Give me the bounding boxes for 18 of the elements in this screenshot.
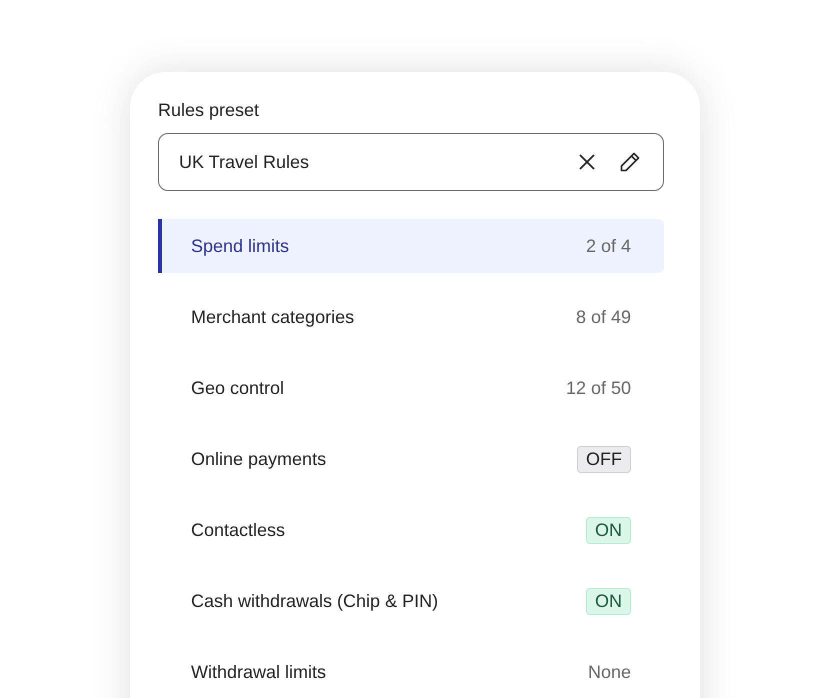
pencil-icon[interactable] [618, 150, 642, 174]
rule-item[interactable]: Spend limits 2 of 4 [158, 219, 664, 273]
status-badge: OFF [577, 446, 631, 472]
rule-count: 12 of 50 [566, 378, 631, 398]
rule-item[interactable]: Geo control 12 of 50 [158, 361, 664, 415]
rule-count: None [588, 662, 631, 682]
rule-item[interactable]: Contactless ON [158, 503, 664, 557]
rule-count: 2 of 4 [586, 236, 631, 256]
close-icon[interactable] [578, 153, 596, 171]
preset-field[interactable]: UK Travel Rules [158, 133, 664, 191]
rule-item[interactable]: Withdrawal limits None [158, 645, 664, 698]
rule-item[interactable]: Merchant categories 8 of 49 [158, 290, 664, 344]
rule-item[interactable]: Online payments OFF [158, 432, 664, 486]
status-badge: ON [586, 516, 631, 544]
field-label: Rules preset [158, 100, 260, 121]
rule-count: 8 of 49 [576, 306, 631, 328]
status-badge: ON [586, 588, 631, 614]
rule-item[interactable]: Cash withdrawals (Chip & PIN) ON [158, 574, 664, 628]
